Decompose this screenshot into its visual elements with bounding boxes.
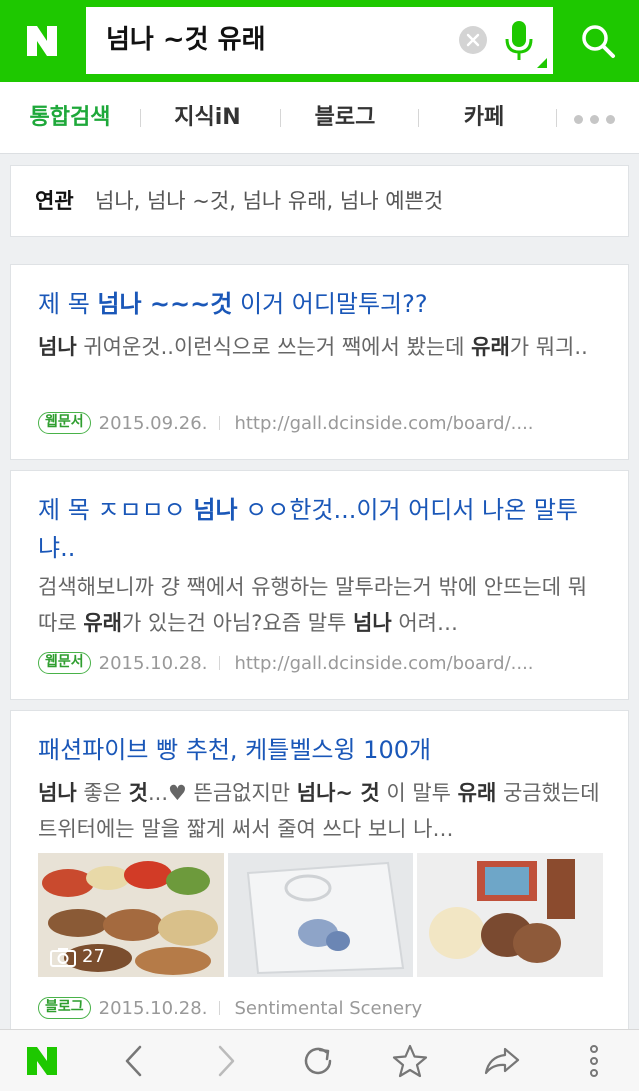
result-source[interactable]: http://gall.dcinside.com/board/.... <box>234 413 533 434</box>
search-button[interactable] <box>556 0 639 82</box>
thumbnail-image[interactable]: 27 <box>38 853 224 977</box>
thumbnail-image[interactable] <box>417 853 604 977</box>
meta-divider <box>219 416 221 430</box>
thumbnail-image[interactable] <box>227 853 414 977</box>
result-title[interactable]: 제 목 넘나 ~~~것 이거 어디말투긔?? <box>38 285 608 323</box>
search-result: 제 목 ㅈㅁㅁㅇ 넘나 ㅇㅇ한것...이거 어디서 나온 말투냐.. 검색해보니… <box>10 470 629 700</box>
camera-icon <box>50 947 76 967</box>
naver-logo[interactable] <box>0 0 84 82</box>
result-date: 2015.10.28. <box>98 997 208 1019</box>
tab-divider <box>280 109 281 127</box>
related-searches: 연관 넘나, 넘나 ~것, 넘나 유래, 넘나 예쁜것 <box>10 165 629 237</box>
tab-knowledge-in[interactable]: 지식iN <box>160 82 255 154</box>
result-title[interactable]: 패션파이브 빵 추천, 케틀벨스윙 100개 <box>38 731 608 769</box>
clear-icon[interactable] <box>459 26 487 54</box>
result-meta: 웹문서 2015.10.28. http://gall.dcinside.com… <box>38 651 534 675</box>
related-label: 연관 <box>35 189 74 213</box>
result-title[interactable]: 제 목 ㅈㅁㅁㅇ 넘나 ㅇㅇ한것...이거 어디서 나온 말투냐.. <box>38 491 608 567</box>
meta-divider <box>219 656 221 670</box>
tab-cafe[interactable]: 카페 <box>440 82 528 154</box>
refresh-icon[interactable] <box>288 1030 348 1091</box>
tab-blog[interactable]: 블로그 <box>300 82 390 154</box>
tab-integrated[interactable]: 통합검색 <box>20 82 120 154</box>
tab-divider <box>140 109 141 127</box>
tab-divider <box>556 109 557 127</box>
more-tabs-icon[interactable] <box>574 115 615 124</box>
result-meta: 웹문서 2015.09.26. http://gall.dcinside.com… <box>38 411 534 435</box>
result-snippet: 검색해보니까 걍 짹에서 유행하는 말투라는거 밖에 안뜨는데 뭐 따로 유래가… <box>38 575 588 635</box>
result-snippet: 넘나 좋은 것...♥ 뜬금없지만 넘나~ 것 이 말투 유래 궁금했는데 트위… <box>38 781 600 841</box>
result-source[interactable]: http://gall.dcinside.com/board/.... <box>234 653 533 674</box>
more-vertical-icon[interactable] <box>564 1030 624 1091</box>
back-icon[interactable] <box>104 1030 164 1091</box>
related-terms[interactable]: 넘나, 넘나 ~것, 넘나 유래, 넘나 예쁜것 <box>95 166 443 236</box>
doc-type-badge: 블로그 <box>38 997 91 1019</box>
search-result: 제 목 넘나 ~~~것 이거 어디말투긔?? 넘나 귀여운것..이런식으로 쓰는… <box>10 264 629 460</box>
search-header: 넘나 ~것 유래 <box>0 0 639 82</box>
search-input[interactable]: 넘나 ~것 유래 <box>86 7 553 74</box>
result-meta: 블로그 2015.10.28. Sentimental Scenery <box>38 996 422 1020</box>
search-tabs: 통합검색 지식iN 블로그 카페 <box>0 82 639 154</box>
naver-home-icon[interactable] <box>12 1030 72 1091</box>
result-date: 2015.09.26. <box>98 412 208 434</box>
forward-icon[interactable] <box>196 1030 256 1091</box>
image-thumbnails: 27 <box>38 853 604 977</box>
search-query[interactable]: 넘나 ~것 유래 <box>106 7 266 74</box>
mic-icon[interactable] <box>502 19 536 63</box>
photo-count-value: 27 <box>82 946 105 967</box>
photo-count: 27 <box>50 946 105 967</box>
result-snippet: 넘나 귀여운것..이런식으로 쓰는거 짹에서 봤는데 유래가 뭐긔.. <box>38 335 588 359</box>
result-source[interactable]: Sentimental Scenery <box>234 998 422 1019</box>
meta-divider <box>219 1001 221 1015</box>
naver-n-icon <box>27 26 57 56</box>
bookmark-star-icon[interactable] <box>380 1030 440 1091</box>
result-date: 2015.10.28. <box>98 652 208 674</box>
doc-type-badge: 웹문서 <box>38 412 91 434</box>
share-icon[interactable] <box>472 1030 532 1091</box>
doc-type-badge: 웹문서 <box>38 652 91 674</box>
bottom-toolbar <box>0 1029 639 1091</box>
tab-divider <box>418 109 419 127</box>
corner-indicator <box>537 58 547 68</box>
search-result: 패션파이브 빵 추천, 케틀벨스윙 100개 넘나 좋은 것...♥ 뜬금없지만… <box>10 710 629 1040</box>
search-icon <box>581 25 615 58</box>
